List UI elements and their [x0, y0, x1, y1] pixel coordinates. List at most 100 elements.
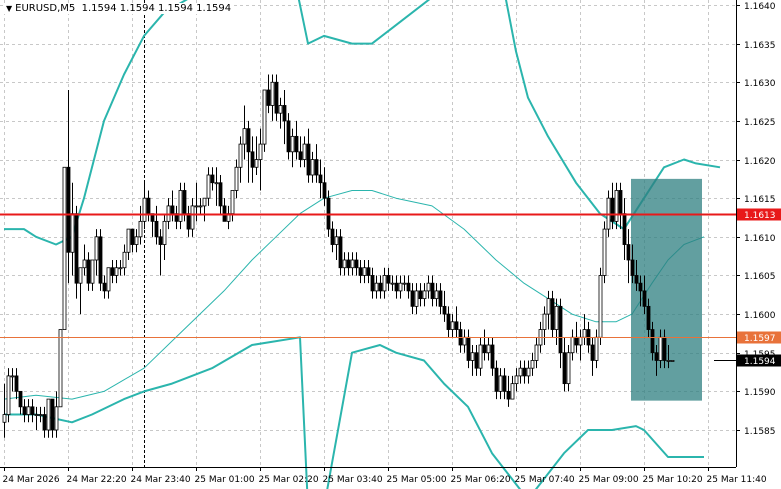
candle-body-bull: [670, 360, 675, 362]
candle-body-bear: [14, 375, 19, 392]
x-tick-label: 25 Mar 05:00: [387, 475, 447, 485]
candle-body-bear: [298, 151, 303, 160]
price-chart[interactable]: 1.1640 1.1635 1.1630 1.1625 1.1620 1.1615 1.16…: [0, 0, 781, 489]
candle-body-bull: [70, 213, 75, 253]
candle-body-bull: [230, 190, 235, 215]
candle-body-bull: [310, 159, 315, 176]
candle-body-bear: [494, 367, 499, 392]
candle-body-bull: [142, 197, 147, 222]
candle-body-bull: [422, 290, 427, 300]
candle-body-bear: [154, 220, 159, 238]
candle-body-bear: [306, 143, 311, 176]
candle-body-bull: [342, 259, 347, 269]
candle-body-bull: [614, 190, 619, 222]
candle-body-bear: [102, 282, 107, 292]
x-tick-label: 25 Mar 03:40: [323, 475, 383, 485]
candle-body-bear: [110, 267, 115, 276]
y-tick-label: 1.1590: [744, 388, 776, 398]
candle-body-bull: [278, 105, 283, 114]
candle-body-bear: [186, 213, 191, 230]
candle-body-bear: [354, 259, 359, 269]
candle-body-bear: [170, 205, 175, 215]
candle-body-bear: [182, 190, 187, 215]
candle-body-bear: [370, 275, 375, 292]
candle-body-bull: [38, 414, 43, 416]
candle-body-bull: [78, 267, 83, 284]
candle-body-bear: [418, 290, 423, 300]
candle-body-bull: [254, 159, 259, 168]
candle-body-bull: [554, 305, 559, 330]
candle-body-bear: [574, 336, 579, 346]
candle-body-bull: [34, 414, 39, 416]
candle-body-bear: [282, 105, 287, 122]
y-tick-label: 1.1605: [744, 272, 776, 282]
candle-body-bull: [82, 259, 87, 269]
candle-body-bear: [482, 344, 487, 354]
candle-body-bear: [386, 275, 391, 284]
candle-body-bull: [518, 367, 523, 377]
candle-body-bull: [126, 228, 131, 253]
candle-body-bull: [194, 205, 199, 208]
chart-title: ▼ EURUSD,M5 1.1594 1.1594 1.1594 1.1594: [4, 3, 234, 14]
symbol-timeframe: EURUSD,M5: [15, 3, 76, 14]
candle-body-bull: [450, 321, 455, 330]
y-tick-label: 1.1610: [744, 234, 776, 244]
candle-body-bear: [74, 213, 79, 284]
ohlc-values: 1.1594 1.1594 1.1594 1.1594: [81, 3, 232, 14]
candle-body-bear: [42, 414, 47, 431]
candle-body-bear: [218, 182, 223, 207]
candle-body-bear: [378, 282, 383, 292]
candle-body-bull: [470, 352, 475, 361]
candle-body-bear: [466, 336, 471, 361]
current-price-tag-label: 1.1594: [744, 357, 776, 367]
candle-body-bull: [578, 336, 583, 346]
candle-body-bear: [146, 197, 151, 215]
candle-body-bull: [526, 367, 531, 377]
candle-body-bear: [394, 282, 399, 292]
candle-body-bear: [266, 89, 271, 106]
y-tick-label: 1.1625: [744, 118, 776, 128]
candle-body-bull: [414, 290, 419, 307]
candle-body-bull: [234, 166, 239, 191]
candle-body-bear: [446, 313, 451, 330]
candle-body-bull: [190, 205, 195, 230]
candle-body-bull: [402, 282, 407, 285]
candle-body-bear: [654, 352, 659, 361]
candle-body-bull: [478, 344, 483, 369]
x-tick-label: 25 Mar 11:40: [707, 475, 767, 485]
candle-body-bear: [158, 236, 163, 245]
candle-body-bull: [54, 406, 59, 431]
candle-body-bear: [474, 352, 479, 369]
candle-body-bear: [130, 228, 135, 245]
candle-body-bear: [638, 282, 643, 292]
candle-body-bear: [286, 120, 291, 153]
candle-body-bear: [410, 290, 415, 307]
candle-body-bear: [322, 182, 327, 199]
candle-body-bull: [138, 220, 143, 238]
candle-body-bear: [250, 151, 255, 168]
candle-body-bear: [646, 305, 651, 330]
candle-body-bear: [558, 305, 563, 354]
candle-body-bear: [506, 390, 511, 400]
level-tag-label: 1.1597: [744, 334, 776, 344]
x-tick-label: 25 Mar 06:20: [451, 475, 511, 485]
candle-body-bull: [206, 174, 211, 199]
candle-body-bull: [258, 143, 263, 160]
candle-body-bull: [658, 336, 663, 361]
candle-body-bull: [6, 375, 11, 415]
candle-body-bear: [490, 344, 495, 369]
candle-body-bear: [430, 282, 435, 300]
candle-body-bull: [594, 336, 599, 361]
candle-body-bull: [290, 135, 295, 153]
candle-body-bull: [570, 336, 575, 354]
candle-body-bear: [66, 166, 71, 253]
dropdown-triangle-icon[interactable]: ▼: [6, 4, 12, 13]
candle-body-bull: [390, 282, 395, 285]
level-tag-label: 1.1613: [744, 211, 776, 221]
candle-body-bull: [202, 197, 207, 207]
x-tick-label: 24 Mar 2026: [3, 475, 60, 485]
candle-body-bear: [618, 190, 623, 215]
y-tick-label: 1.1635: [744, 41, 776, 51]
candle-body-bear: [98, 236, 103, 284]
candle-body-bear: [246, 128, 251, 153]
